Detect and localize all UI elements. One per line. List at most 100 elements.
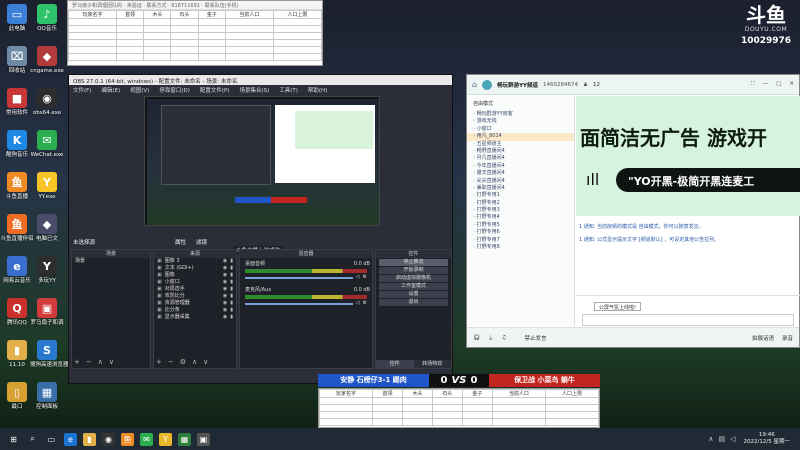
wechat-icon[interactable]: ✉ <box>140 432 153 446</box>
obs-window[interactable]: OBS 27.0.1 (64-bit, windows) - 配置文件: 未命名… <box>68 74 453 384</box>
tray-chevron-icon[interactable]: ∧ <box>708 435 713 443</box>
taskbar-clock[interactable]: 19:46 2022/12/5 星期一 <box>744 432 790 446</box>
sheet-cell[interactable] <box>491 418 546 426</box>
source-item[interactable]: ▣ 小窗口 ◉ ▮ <box>154 279 236 286</box>
yy-mode-tab[interactable]: 自由模式 <box>467 96 574 111</box>
obs-control-button[interactable]: 工作室模式 <box>379 283 448 290</box>
move-up-icon[interactable]: ∧ <box>98 358 103 366</box>
bottom-spreadsheet-window[interactable]: 玩家名字 首领 木头 石头 金子 当前人口 人口上限 <box>318 388 600 440</box>
source-item[interactable]: ▣ 攻防比分 ◉ ▮ <box>154 293 236 300</box>
eye-icon[interactable]: ◉ <box>223 286 227 293</box>
tool-icon[interactable]: ▣ <box>197 432 210 446</box>
gear-icon[interactable]: ⚙ <box>363 300 367 307</box>
yy-mic-icon[interactable]: ⏚ <box>488 334 494 342</box>
sheet-cell[interactable] <box>143 53 172 61</box>
source-item[interactable]: ▣ 图像 3 ◉ ▮ <box>154 258 236 265</box>
yy-channel-item[interactable]: › 五星频道主 <box>467 141 574 148</box>
obs-menu-item[interactable]: 帮助(H) <box>308 86 327 94</box>
sheet-cell[interactable] <box>143 32 172 40</box>
sheet-cell[interactable] <box>224 53 274 61</box>
sheet-cell[interactable] <box>372 397 403 405</box>
lock-icon[interactable]: ▮ <box>230 272 233 279</box>
sheet-cell[interactable] <box>197 39 226 47</box>
desktop-shortcut[interactable]: S 搜狗高速浏览器 <box>30 340 69 369</box>
sheet-cell[interactable] <box>272 32 323 40</box>
eye-icon[interactable]: ◉ <box>223 293 227 300</box>
minimize-icon[interactable]: — <box>763 81 769 88</box>
lock-icon[interactable]: ▮ <box>230 265 233 272</box>
sheet-cell[interactable] <box>197 53 226 61</box>
sheet-cell[interactable] <box>116 46 145 54</box>
source-item[interactable]: ▣ 对局选手 ◉ ▮ <box>154 286 236 293</box>
sheet-cell[interactable] <box>318 411 374 419</box>
sheet-cell[interactable] <box>272 53 323 61</box>
sheet-cell[interactable] <box>431 404 463 412</box>
sheet-cell[interactable] <box>372 404 403 412</box>
obs-control-button[interactable]: 设置 <box>379 291 448 298</box>
sheet-cell[interactable] <box>170 39 199 47</box>
sheet-cell[interactable] <box>224 39 274 47</box>
sheet-cell[interactable] <box>318 418 374 426</box>
sheet-cell[interactable] <box>461 397 493 405</box>
yy-record-button[interactable]: 录音 <box>782 334 793 342</box>
sheet-cell[interactable] <box>401 411 433 419</box>
sheet-cell[interactable] <box>401 404 433 412</box>
eye-icon[interactable]: ◉ <box>223 279 227 286</box>
yy-ban-speech-button[interactable]: 禁止发言 <box>524 334 546 342</box>
sheet-cell[interactable] <box>170 53 199 61</box>
yy-channel-item[interactable]: › 游戏无线 <box>467 118 574 125</box>
desktop-shortcut[interactable]: 鱼斗鱼直播 <box>0 172 34 201</box>
sheet-cell[interactable] <box>116 53 145 61</box>
eye-icon[interactable]: ◉ <box>223 272 227 279</box>
obs-control-button[interactable]: 开始录制 <box>379 267 448 274</box>
sheet-cell[interactable] <box>67 18 118 26</box>
gear-icon[interactable]: ⚙ <box>363 274 367 281</box>
yy-channel-item[interactable]: › 尖尖直播间4 <box>467 178 574 185</box>
move-down-icon[interactable]: ∨ <box>109 358 114 366</box>
sheet-cell[interactable] <box>116 39 145 47</box>
scene-item[interactable]: 场景 <box>72 258 150 265</box>
sheet-cell[interactable] <box>67 53 118 61</box>
sheet-cell[interactable] <box>401 418 433 426</box>
yy-channel-item[interactable]: › 打野专用4 <box>467 214 574 221</box>
sheet-cell[interactable] <box>170 46 199 54</box>
source-up-icon[interactable]: ∧ <box>192 358 197 366</box>
properties-button[interactable]: 属性 <box>175 238 186 246</box>
obs-icon[interactable]: ◉ <box>102 432 115 446</box>
obs-control-button[interactable]: 停止推流 <box>379 259 448 266</box>
add-scene-icon[interactable]: + <box>74 358 80 366</box>
sheet-cell[interactable] <box>67 39 118 47</box>
sheet-cell[interactable] <box>491 404 546 412</box>
lock-icon[interactable]: ▮ <box>230 258 233 265</box>
eye-icon[interactable]: ◉ <box>223 258 227 265</box>
volume-slider[interactable] <box>245 302 353 305</box>
sheet-cell[interactable] <box>431 411 463 419</box>
yy-channel-item[interactable]: › 打野专用2 <box>467 200 574 207</box>
yy-channel-item[interactable]: › 打野专用6 <box>467 229 574 236</box>
desktop-shortcut[interactable]: ⌧ 回收站 <box>0 46 34 75</box>
desktop-shortcut[interactable]: Y 多玩YY <box>30 256 64 285</box>
eye-icon[interactable]: ◉ <box>223 265 227 272</box>
sheet-cell[interactable] <box>116 18 145 26</box>
obs-menu-item[interactable]: 文件(F) <box>73 86 91 94</box>
sheet-cell[interactable] <box>67 25 118 33</box>
sheet-cell[interactable] <box>116 25 145 33</box>
lock-icon[interactable]: ▮ <box>230 300 233 307</box>
yy-channel-item[interactable]: › 猫羊直播间4 <box>467 170 574 177</box>
lock-icon[interactable]: ▮ <box>230 293 233 300</box>
sheet-cell[interactable] <box>224 25 274 33</box>
sheet-cell[interactable] <box>491 411 546 419</box>
sheet-cell[interactable] <box>544 411 600 419</box>
source-item[interactable]: ▣ 比分条 ◉ ▮ <box>154 307 236 314</box>
speaker-icon[interactable]: ◁ <box>356 274 360 281</box>
sheet-cell[interactable] <box>143 25 172 33</box>
sheet-cell[interactable] <box>272 25 323 33</box>
obs-menu-item[interactable]: 工具(T) <box>279 86 298 94</box>
obs-menu-item[interactable]: 配置文件(P) <box>200 86 230 94</box>
lock-icon[interactable]: ▮ <box>230 307 233 314</box>
yy-channel-item[interactable]: › 打野专用1 <box>467 192 574 199</box>
sheet-cell[interactable] <box>401 397 433 405</box>
lock-icon[interactable]: ▮ <box>230 286 233 293</box>
sheet-cell[interactable] <box>67 32 118 40</box>
sheet-cell[interactable] <box>272 39 323 47</box>
